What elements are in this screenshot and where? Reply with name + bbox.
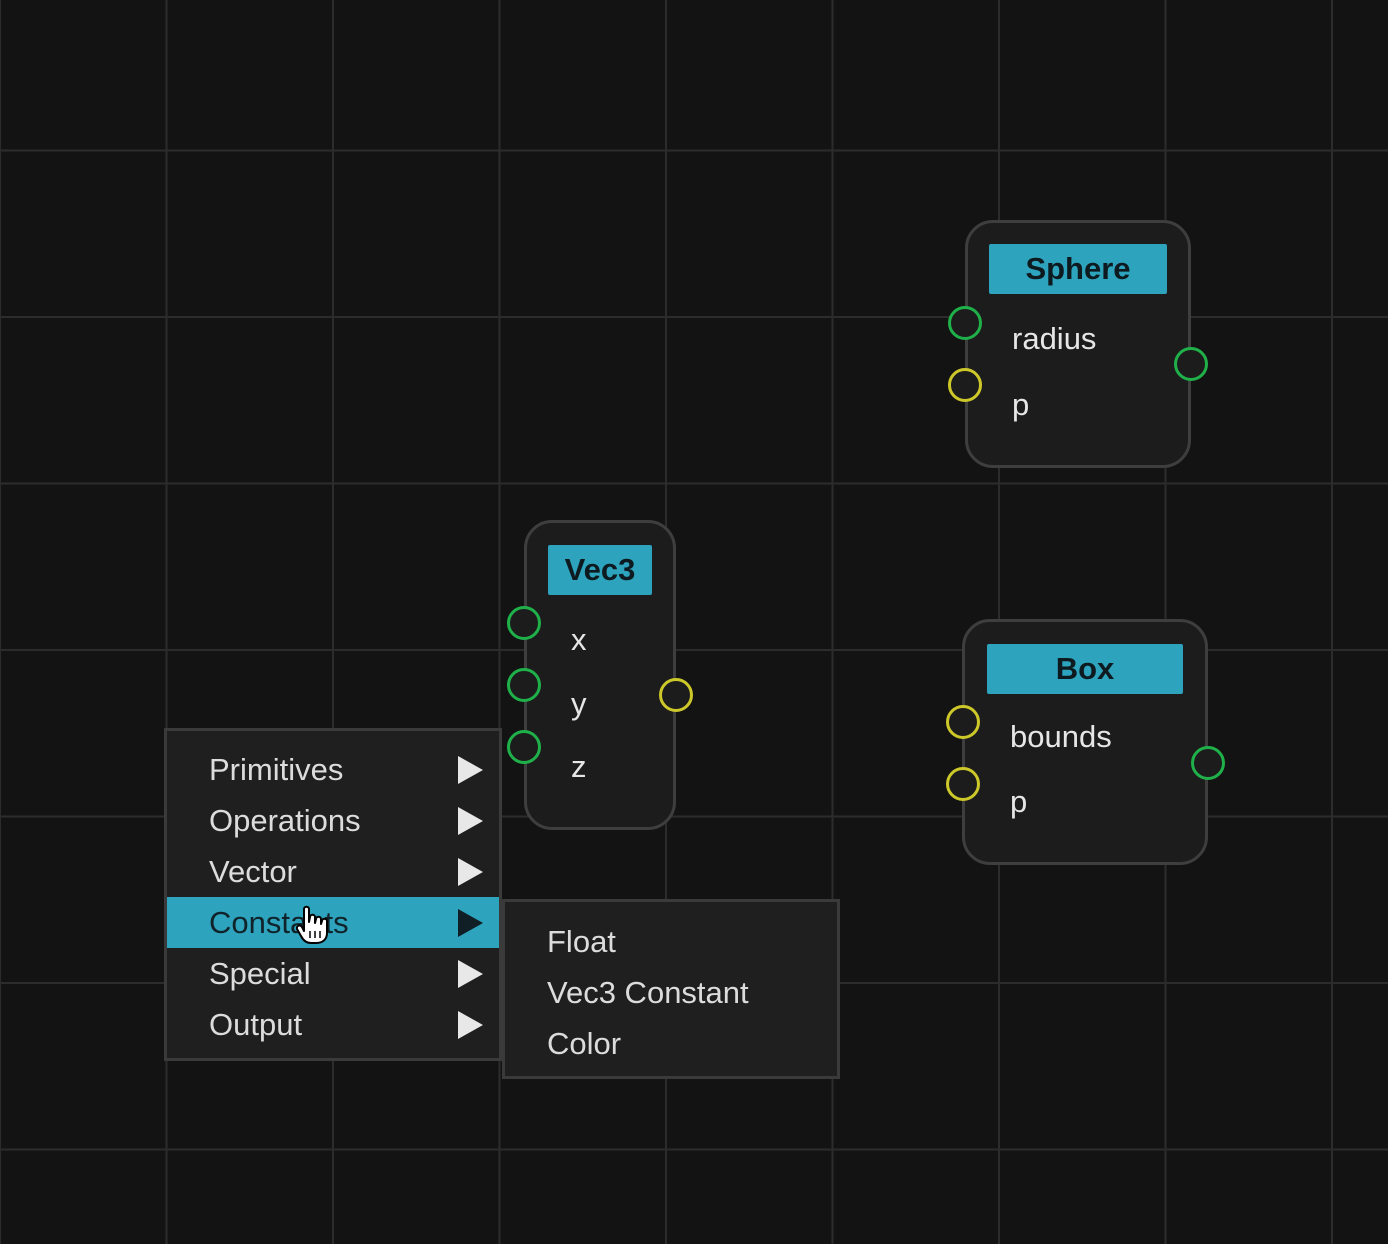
vec3-z-label: z xyxy=(571,749,587,784)
sphere-radius-label: radius xyxy=(1012,321,1097,356)
sphere-node[interactable]: Sphere radius p xyxy=(965,220,1191,468)
menu-item-output[interactable]: Output xyxy=(167,999,499,1050)
menu-item-label: Primitives xyxy=(209,752,344,787)
menu-item-label: Vector xyxy=(209,854,297,889)
sphere-p-label: p xyxy=(1012,387,1030,422)
menu-item-label: Operations xyxy=(209,803,361,838)
box-node[interactable]: Box bounds p xyxy=(962,619,1208,865)
triangle-right-icon xyxy=(458,1011,483,1039)
vec3-node-title[interactable]: Vec3 xyxy=(548,545,652,595)
menu-item-label: Special xyxy=(209,956,311,991)
menu-item-constants[interactable]: Constants xyxy=(167,897,499,948)
submenu-item-color[interactable]: Color xyxy=(547,1018,621,1069)
box-p-input-port[interactable] xyxy=(946,767,980,801)
sphere-node-title[interactable]: Sphere xyxy=(989,244,1167,294)
menu-item-label: Output xyxy=(209,1007,303,1042)
box-output-port[interactable] xyxy=(1191,746,1225,780)
node-graph-canvas[interactable]: Sphere radius p Vec3 x y z Box bounds p … xyxy=(0,0,1388,1244)
vec3-x-input-port[interactable] xyxy=(507,606,541,640)
constants-submenu: Float Vec3 Constant Color xyxy=(502,899,840,1079)
menu-item-primitives[interactable]: Primitives xyxy=(167,744,499,795)
vec3-y-label: y xyxy=(571,686,587,721)
sphere-radius-input-port[interactable] xyxy=(948,306,982,340)
triangle-right-icon xyxy=(458,756,483,784)
vec3-output-port[interactable] xyxy=(659,678,693,712)
hand-pointer-icon xyxy=(296,905,328,944)
menu-item-operations[interactable]: Operations xyxy=(167,795,499,846)
submenu-item-float[interactable]: Float xyxy=(547,916,616,967)
triangle-right-icon xyxy=(458,807,483,835)
menu-item-vector[interactable]: Vector xyxy=(167,846,499,897)
context-menu: Primitives Operations Vector Constants S… xyxy=(164,728,502,1061)
sphere-output-port[interactable] xyxy=(1174,347,1208,381)
vec3-node[interactable]: Vec3 x y z xyxy=(524,520,676,830)
triangle-right-icon xyxy=(458,858,483,886)
vec3-z-input-port[interactable] xyxy=(507,730,541,764)
triangle-right-icon xyxy=(458,909,483,937)
box-bounds-input-port[interactable] xyxy=(946,705,980,739)
menu-item-special[interactable]: Special xyxy=(167,948,499,999)
box-node-title[interactable]: Box xyxy=(987,644,1183,694)
sphere-p-input-port[interactable] xyxy=(948,368,982,402)
vec3-x-label: x xyxy=(571,622,587,657)
box-p-label: p xyxy=(1010,784,1028,819)
box-bounds-label: bounds xyxy=(1010,719,1112,754)
triangle-right-icon xyxy=(458,960,483,988)
submenu-item-vec3-constant[interactable]: Vec3 Constant xyxy=(547,967,749,1018)
vec3-y-input-port[interactable] xyxy=(507,668,541,702)
